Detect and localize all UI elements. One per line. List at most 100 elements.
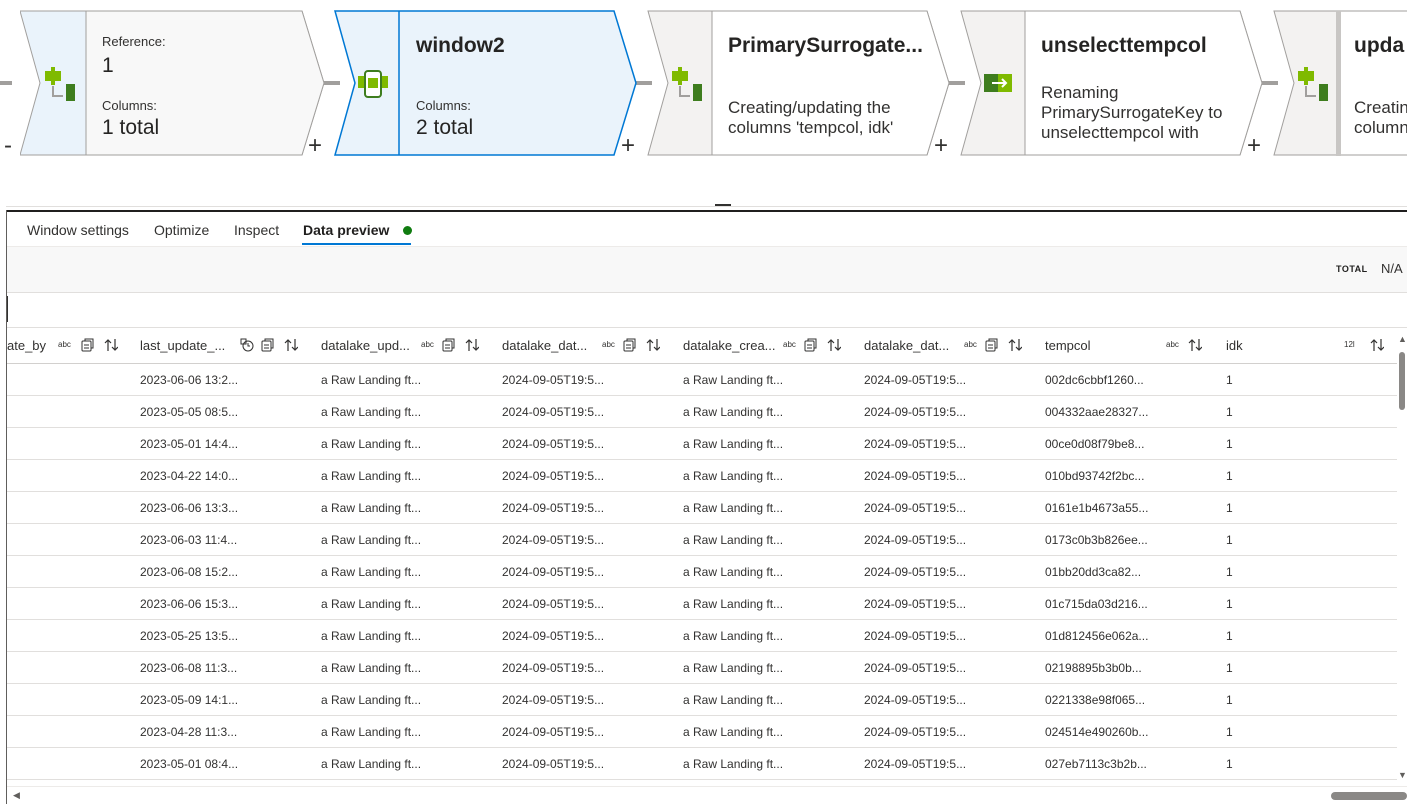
table-row[interactable]: 2023-05-05 08:5... a Raw Landing ft... 202… xyxy=(7,396,1397,428)
copy-column-icon[interactable] xyxy=(81,338,95,352)
table-cell: a Raw Landing ft... xyxy=(683,661,784,675)
copy-column-icon[interactable] xyxy=(623,338,637,352)
sort-icon[interactable] xyxy=(1188,338,1202,352)
select-icon xyxy=(984,74,1012,92)
table-cell: 1 xyxy=(1226,597,1233,611)
column-header[interactable]: last_update_... xyxy=(140,328,321,363)
node-description: Renaming PrimarySurrogateKey to unselect… xyxy=(1041,83,1223,145)
table-row[interactable]: 2023-06-06 15:3... a Raw Landing ft... 202… xyxy=(7,588,1397,620)
sort-icon[interactable] xyxy=(827,338,841,352)
sort-icon[interactable] xyxy=(646,338,660,352)
table-row[interactable]: 2023-06-06 13:2... a Raw Landing ft... 202… xyxy=(7,364,1397,396)
horizontal-scroll-thumb[interactable] xyxy=(1331,792,1407,800)
table-cell: a Raw Landing ft... xyxy=(683,725,784,739)
add-transformation-button[interactable]: + xyxy=(1247,134,1261,158)
column-header[interactable]: datalake_crea... abc xyxy=(683,328,864,363)
table-cell: a Raw Landing ft... xyxy=(321,757,422,771)
preview-summary-bar: TOTAL N/A xyxy=(7,247,1407,293)
column-header[interactable]: datalake_dat... abc xyxy=(502,328,683,363)
table-cell: 2023-06-06 15:3... xyxy=(140,597,239,611)
copy-column-icon[interactable] xyxy=(804,338,818,352)
scroll-left-icon[interactable]: ◀ xyxy=(13,790,20,801)
sort-icon[interactable] xyxy=(104,338,118,352)
sort-icon[interactable] xyxy=(284,338,298,352)
table-row[interactable]: 2023-06-08 11:3... a Raw Landing ft... 202… xyxy=(7,652,1397,684)
copy-column-icon[interactable] xyxy=(442,338,456,352)
table-cell: a Raw Landing ft... xyxy=(321,533,422,547)
transformation-node-unselecttempcol[interactable]: unselecttempcol Renaming PrimarySurrogat… xyxy=(960,10,1266,156)
panel-tabs: Window settings Optimize Inspect Data pr… xyxy=(7,212,1407,247)
table-cell: 1 xyxy=(1226,725,1233,739)
table-row[interactable]: 2023-05-01 08:4... a Raw Landing ft... 202… xyxy=(7,748,1397,780)
table-cell: a Raw Landing ft... xyxy=(321,437,422,451)
scroll-down-icon[interactable]: ▼ xyxy=(1398,770,1407,780)
table-row[interactable]: 2023-06-08 15:2... a Raw Landing ft... 202… xyxy=(7,556,1397,588)
column-type-badge: abc xyxy=(58,340,71,349)
table-cell: 1 xyxy=(1226,757,1233,771)
column-header[interactable]: datalake_dat... abc xyxy=(864,328,1045,363)
add-transformation-button[interactable]: + xyxy=(621,134,635,158)
node-label: Columns: xyxy=(102,98,157,113)
table-cell: a Raw Landing ft... xyxy=(683,501,784,515)
table-cell: 2023-06-08 15:2... xyxy=(140,565,239,579)
table-cell: 01d812456e062a... xyxy=(1045,629,1149,643)
tab-optimize[interactable]: Optimize xyxy=(154,222,209,238)
table-cell: 1 xyxy=(1226,693,1233,707)
vertical-scrollbar[interactable]: ▲ ▼ xyxy=(1397,330,1407,784)
column-header[interactable]: idk 12l xyxy=(1226,328,1407,363)
transformation-node-reference[interactable]: Reference: 1 Columns: 1 total xyxy=(20,10,326,156)
copy-column-icon[interactable] xyxy=(261,338,275,352)
tab-data-preview[interactable]: Data preview xyxy=(303,222,389,238)
table-row[interactable]: 2023-05-25 13:5... a Raw Landing ft... 202… xyxy=(7,620,1397,652)
table-cell: 2024-09-05T19:5... xyxy=(502,469,605,483)
scroll-up-icon[interactable]: ▲ xyxy=(1398,334,1407,344)
left-edge-symbol: - xyxy=(4,132,12,159)
sort-icon[interactable] xyxy=(465,338,479,352)
table-cell: 2024-09-05T19:5... xyxy=(864,501,967,515)
table-row[interactable]: 2023-06-06 13:3... a Raw Landing ft... 202… xyxy=(7,492,1397,524)
table-row[interactable]: 2023-04-22 14:0... a Raw Landing ft... 202… xyxy=(7,460,1397,492)
table-cell: 004332aae28327... xyxy=(1045,405,1149,419)
transformation-node-window2[interactable]: window2 Columns: 2 total xyxy=(334,10,640,156)
connector xyxy=(0,81,12,85)
add-transformation-button[interactable]: + xyxy=(934,134,948,158)
filter-bar[interactable] xyxy=(7,293,1407,328)
node-description: Creatin columns xyxy=(1354,98,1407,137)
transformation-node-update[interactable]: upda Creatin columns xyxy=(1273,10,1407,156)
table-cell: 2024-09-05T19:5... xyxy=(864,597,967,611)
table-cell: 1 xyxy=(1226,629,1233,643)
horizontal-scrollbar[interactable]: ◀ xyxy=(7,786,1407,805)
sort-icon[interactable] xyxy=(1370,338,1384,352)
table-cell: a Raw Landing ft... xyxy=(683,597,784,611)
table-cell: 2023-05-01 08:4... xyxy=(140,757,239,771)
column-header[interactable]: datalake_upd... abc xyxy=(321,328,502,363)
table-row[interactable]: 2023-04-28 11:3... a Raw Landing ft... 202… xyxy=(7,716,1397,748)
table-cell: 1 xyxy=(1226,469,1233,483)
pipeline-canvas[interactable]: - Reference: 1 Columns: 1 total + window… xyxy=(0,0,1407,206)
table-row[interactable]: 2023-05-09 14:1... a Raw Landing ft... 202… xyxy=(7,684,1397,716)
vertical-scroll-thumb[interactable] xyxy=(1399,352,1405,410)
node-title: unselecttempcol xyxy=(1041,34,1207,57)
collapse-panel-button[interactable] xyxy=(715,204,731,206)
node-title: PrimarySurrogate... xyxy=(728,34,923,57)
transformation-node-primarysurrogate[interactable]: PrimarySurrogate... Creating/updating th… xyxy=(647,10,953,156)
text-cursor xyxy=(7,296,8,322)
copy-column-icon[interactable] xyxy=(985,338,999,352)
add-transformation-button[interactable]: + xyxy=(308,134,322,158)
table-cell: a Raw Landing ft... xyxy=(321,597,422,611)
table-cell: 024514e490260b... xyxy=(1045,725,1149,739)
table-cell: 02198895b3b0b... xyxy=(1045,661,1142,675)
tab-window-settings[interactable]: Window settings xyxy=(27,222,129,238)
column-header-name: datalake_dat... xyxy=(502,338,588,353)
node-description: Creating/updating the columns 'tempcol, … xyxy=(728,98,894,137)
panel-splitter[interactable] xyxy=(6,206,1407,207)
sort-icon[interactable] xyxy=(1008,338,1022,352)
table-cell: 2024-09-05T19:5... xyxy=(864,565,967,579)
column-header[interactable]: tempcol abc xyxy=(1045,328,1226,363)
tab-inspect[interactable]: Inspect xyxy=(234,222,279,238)
table-row[interactable]: 2023-05-01 14:4... a Raw Landing ft... 202… xyxy=(7,428,1397,460)
table-cell: a Raw Landing ft... xyxy=(321,501,422,515)
table-cell: 2024-09-05T19:5... xyxy=(502,405,605,419)
table-cell: a Raw Landing ft... xyxy=(321,693,422,707)
table-row[interactable]: 2023-06-03 11:4... a Raw Landing ft... 202… xyxy=(7,524,1397,556)
